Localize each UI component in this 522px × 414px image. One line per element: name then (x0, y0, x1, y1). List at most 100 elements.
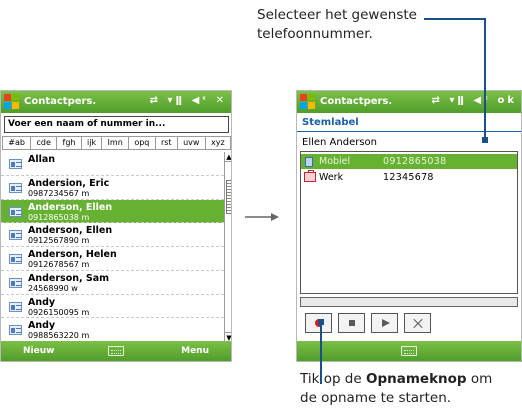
connectivity-icon[interactable]: ⇄ (150, 95, 161, 106)
signal-icon[interactable]: ▾ǁ (449, 95, 467, 106)
callout-text: Tik op de (300, 371, 366, 387)
page-title: Stemlabel (302, 117, 359, 128)
list-item[interactable]: Allan (1, 152, 224, 176)
close-icon[interactable]: ✕ (216, 95, 227, 106)
contact-card-icon (9, 206, 22, 217)
alpha-tab[interactable]: uvw (176, 136, 206, 150)
number-row-work[interactable]: Werk 12345678 (301, 170, 517, 185)
softkey-new[interactable]: Nieuw (23, 346, 54, 356)
contact-name: Ellen Anderson (302, 137, 377, 148)
contacts-screen: Contactpers. ⇄ ▾ǁ ◀ᵋ ✕ Voer een naam of … (0, 90, 232, 362)
phone-number-list: Mobiel 0912865038 Werk 12345678 (300, 151, 518, 294)
callout-select-number: Selecteer het gewenste telefoonnummer. (257, 6, 497, 44)
number-value: 12345678 (383, 172, 434, 183)
contact-card-icon (9, 301, 22, 312)
contact-card-icon (9, 277, 22, 288)
scroll-up-arrow-icon[interactable]: ▲ (225, 152, 231, 162)
alpha-tab[interactable]: ijk (80, 136, 103, 150)
header-divider (297, 131, 521, 132)
search-input[interactable]: Voer een naam of nummer in... (4, 116, 229, 133)
callout-line: de opname te starten. (300, 390, 452, 406)
callout-marker (482, 137, 488, 143)
contact-card-icon (9, 230, 22, 241)
callout-bold-text: Opnameknop (365, 371, 467, 387)
stop-button[interactable] (338, 313, 365, 333)
contact-name: Anderson, Sam (28, 272, 110, 284)
connectivity-icon[interactable]: ⇄ (431, 95, 442, 106)
alphabet-tabs: #ab cde fgh ijk lmn opq rst uvw xyz (2, 136, 231, 150)
number-label: Mobiel (319, 156, 351, 167)
number-label: Werk (319, 172, 344, 183)
mobile-phone-icon (305, 157, 313, 167)
contact-name: Andy (28, 296, 56, 308)
contact-number: 0912678567 m (28, 260, 90, 269)
callout-line: Tik op de Opnameknop om (300, 370, 522, 389)
list-item[interactable]: Anderson, Ellen 0912567890 m (1, 223, 224, 247)
scroll-thumb[interactable] (226, 180, 231, 214)
recording-progress-bar (300, 297, 518, 307)
play-button[interactable] (371, 313, 398, 333)
status-icons: ⇄ ▾ǁ ◀ᵋ ok (431, 95, 517, 106)
contact-card-icon (9, 182, 22, 193)
signal-icon[interactable]: ▾ǁ (167, 95, 185, 106)
callout-leader-line (484, 18, 486, 138)
contact-number: 0988563220 m (28, 331, 90, 341)
status-icons: ⇄ ▾ǁ ◀ᵋ ✕ (150, 95, 227, 106)
scrollbar[interactable]: ▲ ▼ (224, 152, 231, 342)
callout-text: om (466, 371, 493, 387)
alpha-tab[interactable]: lmn (101, 136, 130, 150)
list-item[interactable]: Andersion, Eric 0987234567 m (1, 176, 224, 200)
alpha-tab[interactable]: cde (30, 136, 58, 150)
keyboard-icon[interactable] (108, 346, 124, 356)
transition-arrow-icon (245, 213, 279, 221)
contact-number: 24568990 w (28, 283, 78, 293)
callout-marker (318, 319, 324, 325)
softkey-menu[interactable]: Menu (181, 346, 209, 356)
contact-card-icon (9, 325, 22, 336)
start-menu-icon[interactable] (300, 94, 316, 110)
briefcase-icon (304, 170, 316, 182)
contact-name: Anderson, Ellen (28, 201, 113, 213)
contact-number: 0912567890 m (28, 236, 90, 246)
alpha-tab[interactable]: opq (128, 136, 156, 150)
alpha-tab[interactable]: fgh (56, 136, 82, 150)
contact-name: Andy (28, 320, 56, 332)
contact-name: Anderson, Ellen (28, 225, 113, 237)
ok-button[interactable]: ok (497, 95, 517, 106)
number-value: 0912865038 (383, 156, 447, 167)
contact-name: Allan (28, 154, 56, 165)
keyboard-icon[interactable] (401, 346, 417, 356)
title-bar: Contactpers. ⇄ ▾ǁ ◀ᵋ ✕ (1, 91, 231, 113)
alpha-tab[interactable]: rst (154, 136, 178, 150)
callout-line: telefoonnummer. (257, 26, 373, 42)
callout-leader-line (424, 18, 485, 20)
contact-name: Andersion, Eric (28, 177, 110, 189)
contact-card-icon (9, 254, 22, 264)
volume-icon[interactable]: ◀ᵋ (473, 95, 491, 106)
volume-icon[interactable]: ◀ᵋ (192, 95, 210, 106)
alpha-tab[interactable]: #ab (2, 136, 32, 150)
contact-card-icon (9, 159, 22, 169)
list-item[interactable]: Anderson, Helen 0912678567 m (1, 247, 224, 271)
delete-button[interactable] (404, 313, 431, 333)
list-item[interactable]: Andy 0926150095 m (1, 295, 224, 319)
contact-name: Anderson, Helen (28, 249, 117, 260)
number-row-mobile[interactable]: Mobiel 0912865038 (301, 154, 517, 169)
alpha-tab[interactable]: xyz (204, 136, 231, 150)
list-item[interactable]: Andy 0988563220 m (1, 318, 224, 342)
contact-number: 0912865038 m (28, 212, 90, 222)
title-bar: Contactpers. ⇄ ▾ǁ ◀ᵋ ok (297, 91, 521, 113)
softkey-bar (297, 341, 521, 361)
softkey-bar: Nieuw Menu (1, 341, 231, 361)
list-item[interactable]: Anderson, Sam 24568990 w (1, 271, 224, 295)
callout-line: Selecteer het gewenste (257, 7, 417, 23)
contact-list: Allan Andersion, Eric 0987234567 m Anderson… (1, 152, 224, 342)
contact-number: 0926150095 m (28, 307, 90, 317)
list-item[interactable]: Anderson, Ellen 0912865038 m (1, 199, 224, 224)
voice-tag-screen: Contactpers. ⇄ ▾ǁ ◀ᵋ ok Stemlabel Ellen … (296, 90, 522, 362)
start-menu-icon[interactable] (4, 94, 20, 110)
callout-record-button: Tik op de Opnameknop om de opname te sta… (300, 370, 522, 408)
screen-title: Contactpers. (24, 96, 97, 107)
contact-number: 0987234567 m (28, 188, 90, 198)
screen-title: Contactpers. (320, 96, 393, 107)
